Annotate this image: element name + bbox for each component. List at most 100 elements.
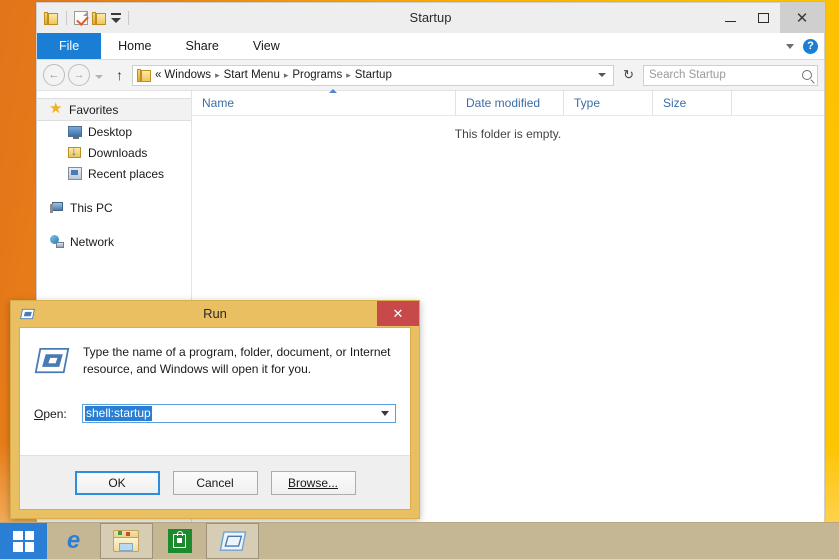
sidebar-item-network[interactable]: Network	[37, 231, 191, 252]
taskbar-item-file-explorer[interactable]	[100, 523, 153, 559]
up-button[interactable]: ↑	[110, 68, 129, 82]
sidebar-item-desktop[interactable]: Desktop	[37, 121, 191, 142]
folder-icon[interactable]	[44, 11, 59, 25]
maximize-button[interactable]	[747, 3, 780, 33]
empty-folder-message: This folder is empty.	[454, 127, 562, 141]
tab-share[interactable]: Share	[169, 33, 236, 59]
close-button[interactable]: ✕	[780, 3, 824, 33]
breadcrumb-separator-1: ▸	[215, 69, 220, 80]
chevron-down-icon[interactable]	[786, 43, 794, 49]
column-header-size[interactable]: Size	[652, 91, 731, 115]
tab-home[interactable]: Home	[101, 33, 168, 59]
taskbar-item-internet-explorer[interactable]: e	[47, 523, 100, 559]
quick-access-toolbar	[37, 3, 132, 33]
run-title: Run	[203, 306, 227, 321]
close-icon: ✕	[392, 305, 404, 321]
sidebar-item-favorites[interactable]: Favorites	[37, 98, 191, 121]
sidebar-item-downloads[interactable]: Downloads	[37, 142, 191, 163]
tab-file[interactable]: File	[37, 33, 102, 59]
network-icon	[50, 235, 64, 248]
run-dialog: Run ✕ Type the name of a program, folder…	[10, 300, 420, 519]
search-placeholder: Search Startup	[649, 69, 726, 81]
run-close-button[interactable]: ✕	[377, 301, 419, 326]
taskbar-item-store[interactable]	[153, 523, 206, 559]
sidebar-item-label: Downloads	[88, 145, 148, 160]
ribbon-tab-bar: File Home Share View ?	[37, 33, 824, 60]
run-dialog-content: Type the name of a program, folder, docu…	[20, 328, 410, 455]
run-open-row: Open: shell:startup	[34, 404, 396, 423]
column-header-date-modified[interactable]: Date modified	[455, 91, 563, 115]
window-controls: ✕	[714, 3, 824, 33]
breadcrumb-overflow[interactable]: «	[155, 69, 161, 81]
sidebar-item-label: Recent places	[88, 166, 165, 181]
close-icon: ✕	[795, 9, 809, 27]
tab-view[interactable]: View	[236, 33, 297, 59]
customize-caret-icon[interactable]	[111, 13, 121, 23]
open-label-rest: pen:	[43, 406, 67, 421]
new-folder-icon[interactable]	[92, 11, 107, 25]
sidebar-item-label: Network	[70, 234, 115, 249]
forward-button[interactable]: →	[68, 64, 90, 86]
minimize-button[interactable]	[714, 3, 747, 33]
search-icon	[802, 70, 812, 80]
breadcrumb-item-start-menu[interactable]: Start Menu	[224, 69, 280, 81]
column-header-filler	[731, 91, 824, 115]
properties-icon[interactable]	[74, 11, 88, 25]
column-header-label: Name	[202, 96, 235, 110]
internet-explorer-icon: e	[66, 527, 81, 554]
cancel-button[interactable]: Cancel	[172, 470, 258, 495]
address-dropdown-icon[interactable]	[598, 73, 607, 77]
run-icon	[20, 308, 35, 320]
windows-logo-icon	[13, 530, 34, 552]
sidebar-item-this-pc[interactable]: This PC	[37, 197, 191, 218]
sidebar-item-label: This PC	[70, 200, 113, 215]
nav-spacer-2	[37, 218, 191, 231]
browse-button-label: Browse...	[287, 475, 338, 490]
chevron-down-icon[interactable]	[381, 411, 389, 416]
column-header-type[interactable]: Type	[563, 91, 652, 115]
run-command-input[interactable]: shell:startup	[82, 404, 396, 423]
recent-places-icon	[68, 167, 82, 180]
ribbon-right-controls: ?	[786, 33, 818, 59]
toolbar-divider-2	[128, 11, 129, 25]
column-header-name[interactable]: Name	[192, 89, 455, 115]
ok-button[interactable]: OK	[74, 470, 160, 495]
taskbar-item-run[interactable]	[206, 523, 259, 559]
sidebar-item-label: Desktop	[88, 124, 133, 139]
run-taskbar-icon	[219, 530, 246, 551]
explorer-title-bar: Startup ✕	[37, 3, 824, 33]
window-title: Startup	[409, 10, 452, 25]
sidebar-item-label: Favorites	[69, 102, 119, 117]
run-button-bar: OK Cancel Browse...	[20, 455, 410, 509]
breadcrumb-item-startup[interactable]: Startup	[355, 69, 392, 81]
run-large-icon	[34, 347, 70, 374]
taskbar: e	[0, 522, 839, 559]
breadcrumb-separator-3: ▸	[346, 69, 351, 80]
start-button[interactable]	[0, 523, 47, 559]
recent-locations-icon[interactable]	[95, 74, 103, 79]
toolbar-divider	[66, 11, 67, 25]
browse-button[interactable]: Browse...	[270, 470, 356, 495]
run-description-row: Type the name of a program, folder, docu…	[34, 344, 396, 378]
run-title-bar: Run ✕	[11, 301, 419, 327]
run-command-value: shell:startup	[85, 406, 152, 421]
open-label-accelerator: O	[34, 406, 44, 421]
sidebar-item-recent-places[interactable]: Recent places	[37, 163, 191, 184]
star-icon	[49, 99, 63, 117]
run-description: Type the name of a program, folder, docu…	[83, 345, 391, 376]
breadcrumb-separator-2: ▸	[283, 69, 289, 80]
nav-spacer-1	[37, 184, 191, 197]
back-button[interactable]: ←	[43, 64, 65, 86]
breadcrumb[interactable]: « Windows ▸ Start Menu ▸ Programs ▸ Star…	[132, 64, 615, 86]
downloads-icon	[68, 144, 82, 159]
this-pc-icon	[50, 201, 64, 214]
refresh-button[interactable]: ↻	[617, 67, 640, 83]
desktop-icon	[68, 126, 82, 139]
breadcrumb-item-windows[interactable]: Windows	[164, 69, 211, 81]
breadcrumb-folder-icon	[137, 68, 152, 82]
search-input[interactable]: Search Startup	[643, 64, 818, 86]
column-header-row: Name Date modified Type Size	[192, 89, 824, 116]
run-dialog-body: Type the name of a program, folder, docu…	[19, 327, 411, 510]
breadcrumb-item-programs[interactable]: Programs	[292, 69, 342, 81]
help-icon[interactable]: ?	[803, 38, 818, 54]
